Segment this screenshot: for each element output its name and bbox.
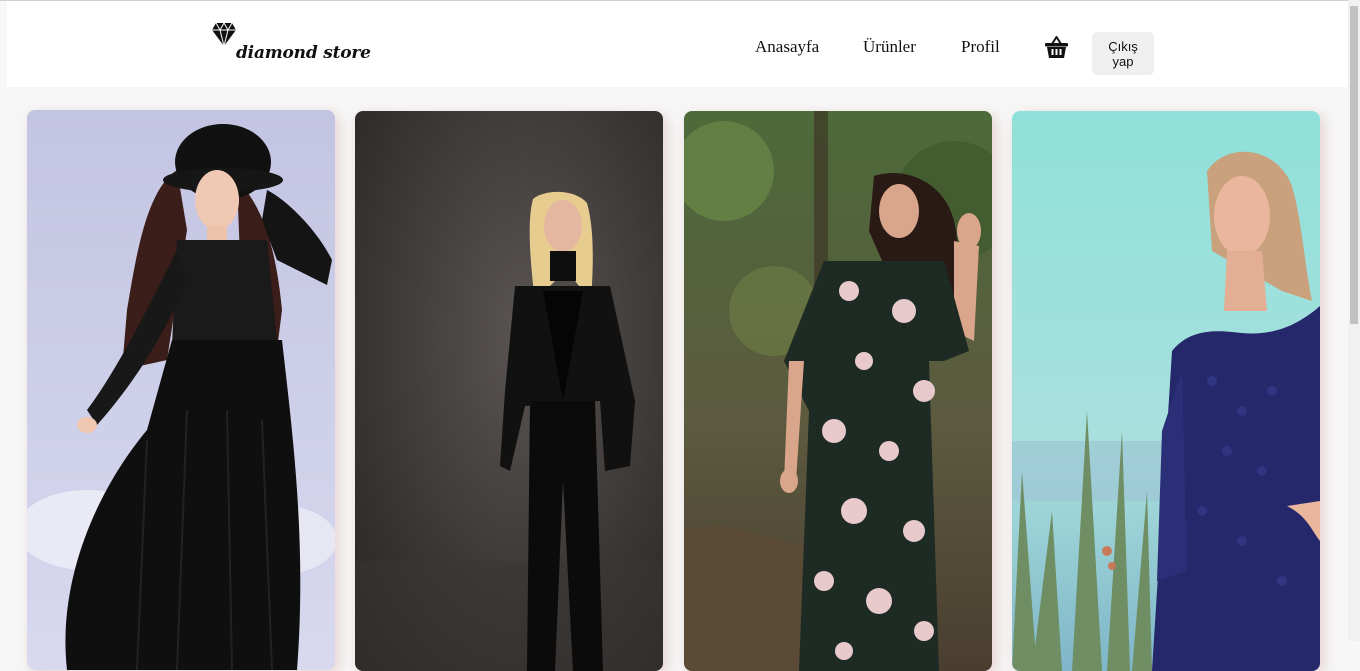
brand-name: diamond store — [236, 43, 371, 63]
product-image — [355, 111, 663, 671]
product-card[interactable] — [1012, 111, 1320, 671]
diamond-icon — [212, 21, 236, 47]
nav-link-profil[interactable]: Profil — [961, 37, 1000, 57]
logout-button[interactable]: Çıkış yap — [1092, 32, 1154, 75]
nav-link-urunler[interactable]: Ürünler — [863, 37, 916, 57]
product-image — [1012, 111, 1320, 671]
scrollbar-thumb[interactable] — [1350, 6, 1358, 324]
product-card[interactable] — [27, 110, 335, 670]
navbar: diamond store Anasayfa Ürünler Profil Çı… — [7, 1, 1348, 87]
shopping-basket-icon[interactable] — [1045, 36, 1068, 58]
product-card[interactable] — [355, 111, 663, 671]
product-image — [684, 111, 992, 671]
product-image — [27, 110, 335, 670]
brand-logo[interactable]: diamond store — [212, 21, 371, 71]
page-scrollbar[interactable] — [1348, 0, 1360, 641]
product-card[interactable] — [684, 111, 992, 671]
nav-link-anasayfa[interactable]: Anasayfa — [755, 37, 819, 57]
